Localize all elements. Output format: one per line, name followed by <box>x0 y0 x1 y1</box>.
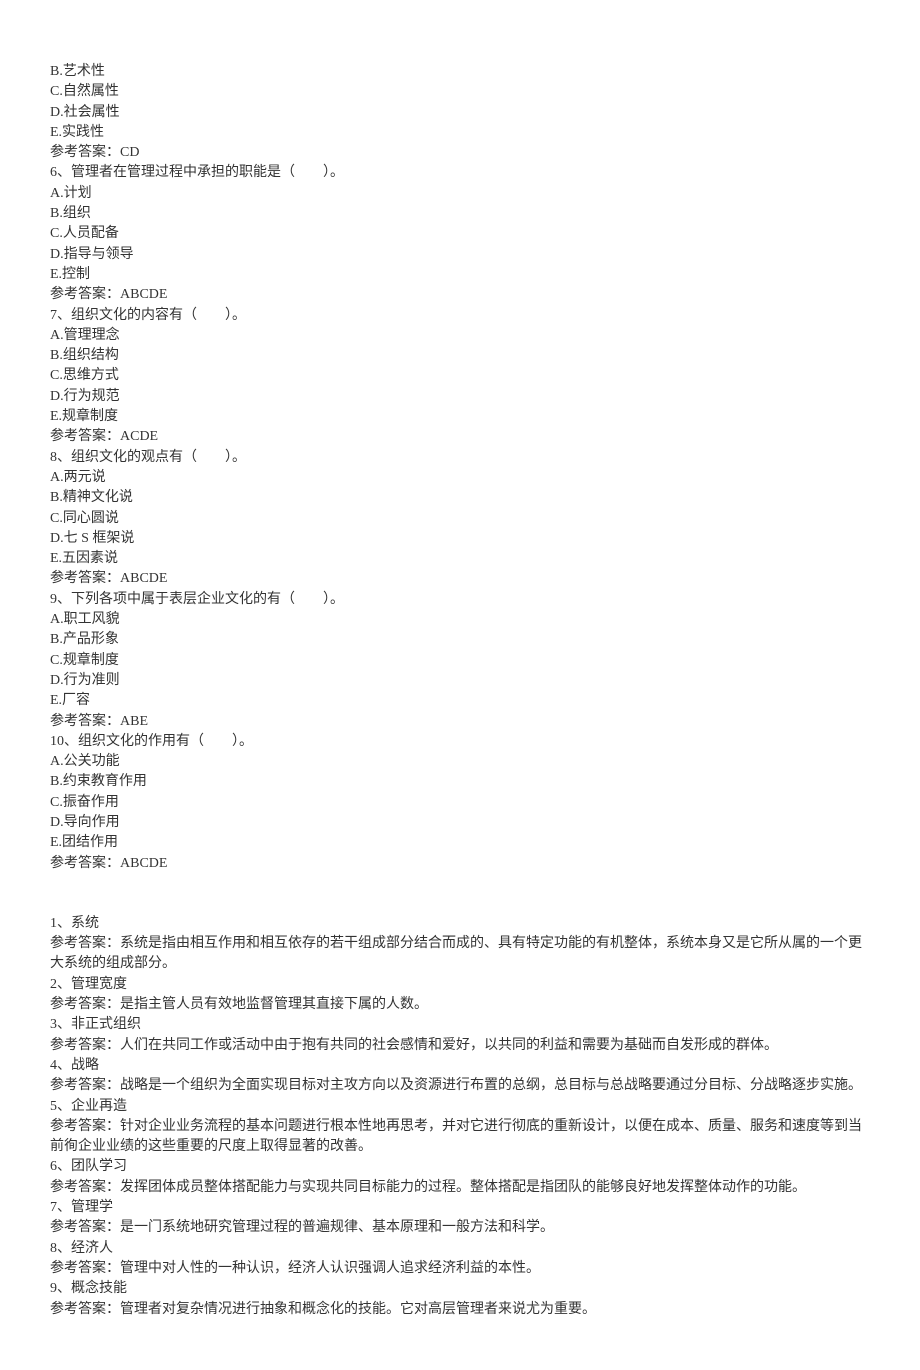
definition-item: 1、系统 参考答案：系统是指由相互作用和相互依存的若干组成部分结合而成的、具有特… <box>50 914 870 975</box>
term-text: 8、经济人 <box>50 1239 870 1259</box>
definition-item: 5、企业再造 参考答案：针对企业业务流程的基本问题进行根本性地再思考，并对它进行… <box>50 1097 870 1158</box>
definition-item: 7、管理学 参考答案：是一门系统地研究管理过程的普遍规律、基本原理和一般方法和科… <box>50 1198 870 1239</box>
option-text: D.指导与领导 <box>50 245 870 265</box>
answer-text: 参考答案：人们在共同工作或活动中由于抱有共同的社会感情和爱好，以共同的利益和需要… <box>50 1036 870 1056</box>
term-text: 3、非正式组织 <box>50 1015 870 1035</box>
question-text: 7、组织文化的内容有（ ）。 <box>50 306 870 326</box>
option-text: D.社会属性 <box>50 103 870 123</box>
option-text: C.自然属性 <box>50 82 870 102</box>
option-text: E.控制 <box>50 265 870 285</box>
option-text: A.计划 <box>50 184 870 204</box>
answer-text: 参考答案：系统是指由相互作用和相互依存的若干组成部分结合而成的、具有特定功能的有… <box>50 934 870 975</box>
option-text: C.思维方式 <box>50 366 870 386</box>
definition-item: 8、经济人 参考答案：管理中对人性的一种认识，经济人认识强调人追求经济利益的本性… <box>50 1239 870 1280</box>
answer-text: 参考答案：发挥团体成员整体搭配能力与实现共同目标能力的过程。整体搭配是指团队的能… <box>50 1178 870 1198</box>
answer-text: 参考答案：是一门系统地研究管理过程的普遍规律、基本原理和一般方法和科学。 <box>50 1218 870 1238</box>
option-text: C.振奋作用 <box>50 793 870 813</box>
option-text: E.实践性 <box>50 123 870 143</box>
option-text: B.产品形象 <box>50 630 870 650</box>
question-text: 10、组织文化的作用有（ ）。 <box>50 732 870 752</box>
question-text: 9、下列各项中属于表层企业文化的有（ ）。 <box>50 590 870 610</box>
answer-text: 参考答案：管理者对复杂情况进行抽象和概念化的技能。它对高层管理者来说尤为重要。 <box>50 1300 870 1320</box>
mcq-item: 9、下列各项中属于表层企业文化的有（ ）。 A.职工风貌 B.产品形象 C.规章… <box>50 590 870 732</box>
term-text: 2、管理宽度 <box>50 975 870 995</box>
option-text: C.人员配备 <box>50 224 870 244</box>
option-text: C.同心圆说 <box>50 509 870 529</box>
mcq-item: B.艺术性 C.自然属性 D.社会属性 E.实践性 参考答案：CD <box>50 62 870 163</box>
answer-text: 参考答案：CD <box>50 143 870 163</box>
definition-item: 2、管理宽度 参考答案：是指主管人员有效地监督管理其直接下属的人数。 <box>50 975 870 1016</box>
option-text: A.公关功能 <box>50 752 870 772</box>
answer-text: 参考答案：是指主管人员有效地监督管理其直接下属的人数。 <box>50 995 870 1015</box>
answer-text: 参考答案：战略是一个组织为全面实现目标对主攻方向以及资源进行布置的总纲，总目标与… <box>50 1076 870 1096</box>
mcq-item: 6、管理者在管理过程中承担的职能是（ ）。 A.计划 B.组织 C.人员配备 D… <box>50 163 870 305</box>
option-text: E.五因素说 <box>50 549 870 569</box>
term-text: 9、概念技能 <box>50 1279 870 1299</box>
option-text: B.组织 <box>50 204 870 224</box>
option-text: E.团结作用 <box>50 833 870 853</box>
term-text: 6、团队学习 <box>50 1157 870 1177</box>
answer-text: 参考答案：ACDE <box>50 427 870 447</box>
definition-item: 6、团队学习 参考答案：发挥团体成员整体搭配能力与实现共同目标能力的过程。整体搭… <box>50 1157 870 1198</box>
option-text: A.职工风貌 <box>50 610 870 630</box>
option-text: A.管理理念 <box>50 326 870 346</box>
term-text: 7、管理学 <box>50 1198 870 1218</box>
answer-text: 参考答案：ABCDE <box>50 285 870 305</box>
question-text: 6、管理者在管理过程中承担的职能是（ ）。 <box>50 163 870 183</box>
definition-item: 4、战略 参考答案：战略是一个组织为全面实现目标对主攻方向以及资源进行布置的总纲… <box>50 1056 870 1097</box>
option-text: E.规章制度 <box>50 407 870 427</box>
option-text: D.导向作用 <box>50 813 870 833</box>
term-text: 5、企业再造 <box>50 1097 870 1117</box>
option-text: E.厂容 <box>50 691 870 711</box>
option-text: B.精神文化说 <box>50 488 870 508</box>
answer-text: 参考答案：ABCDE <box>50 854 870 874</box>
mcq-section: B.艺术性 C.自然属性 D.社会属性 E.实践性 参考答案：CD 6、管理者在… <box>50 62 870 874</box>
term-text: 1、系统 <box>50 914 870 934</box>
option-text: C.规章制度 <box>50 651 870 671</box>
option-text: B.约束教育作用 <box>50 772 870 792</box>
option-text: D.七 S 框架说 <box>50 529 870 549</box>
option-text: B.组织结构 <box>50 346 870 366</box>
mcq-item: 10、组织文化的作用有（ ）。 A.公关功能 B.约束教育作用 C.振奋作用 D… <box>50 732 870 874</box>
definitions-section: 1、系统 参考答案：系统是指由相互作用和相互依存的若干组成部分结合而成的、具有特… <box>50 914 870 1320</box>
definition-item: 9、概念技能 参考答案：管理者对复杂情况进行抽象和概念化的技能。它对高层管理者来… <box>50 1279 870 1320</box>
answer-text: 参考答案：针对企业业务流程的基本问题进行根本性地再思考，并对它进行彻底的重新设计… <box>50 1117 870 1158</box>
option-text: D.行为规范 <box>50 387 870 407</box>
answer-text: 参考答案：ABCDE <box>50 569 870 589</box>
document-content: B.艺术性 C.自然属性 D.社会属性 E.实践性 参考答案：CD 6、管理者在… <box>50 62 870 1320</box>
definition-item: 3、非正式组织 参考答案：人们在共同工作或活动中由于抱有共同的社会感情和爱好，以… <box>50 1015 870 1056</box>
option-text: B.艺术性 <box>50 62 870 82</box>
section-divider <box>50 874 870 914</box>
mcq-item: 7、组织文化的内容有（ ）。 A.管理理念 B.组织结构 C.思维方式 D.行为… <box>50 306 870 448</box>
answer-text: 参考答案：ABE <box>50 712 870 732</box>
term-text: 4、战略 <box>50 1056 870 1076</box>
option-text: A.两元说 <box>50 468 870 488</box>
answer-text: 参考答案：管理中对人性的一种认识，经济人认识强调人追求经济利益的本性。 <box>50 1259 870 1279</box>
question-text: 8、组织文化的观点有（ ）。 <box>50 448 870 468</box>
mcq-item: 8、组织文化的观点有（ ）。 A.两元说 B.精神文化说 C.同心圆说 D.七 … <box>50 448 870 590</box>
option-text: D.行为准则 <box>50 671 870 691</box>
